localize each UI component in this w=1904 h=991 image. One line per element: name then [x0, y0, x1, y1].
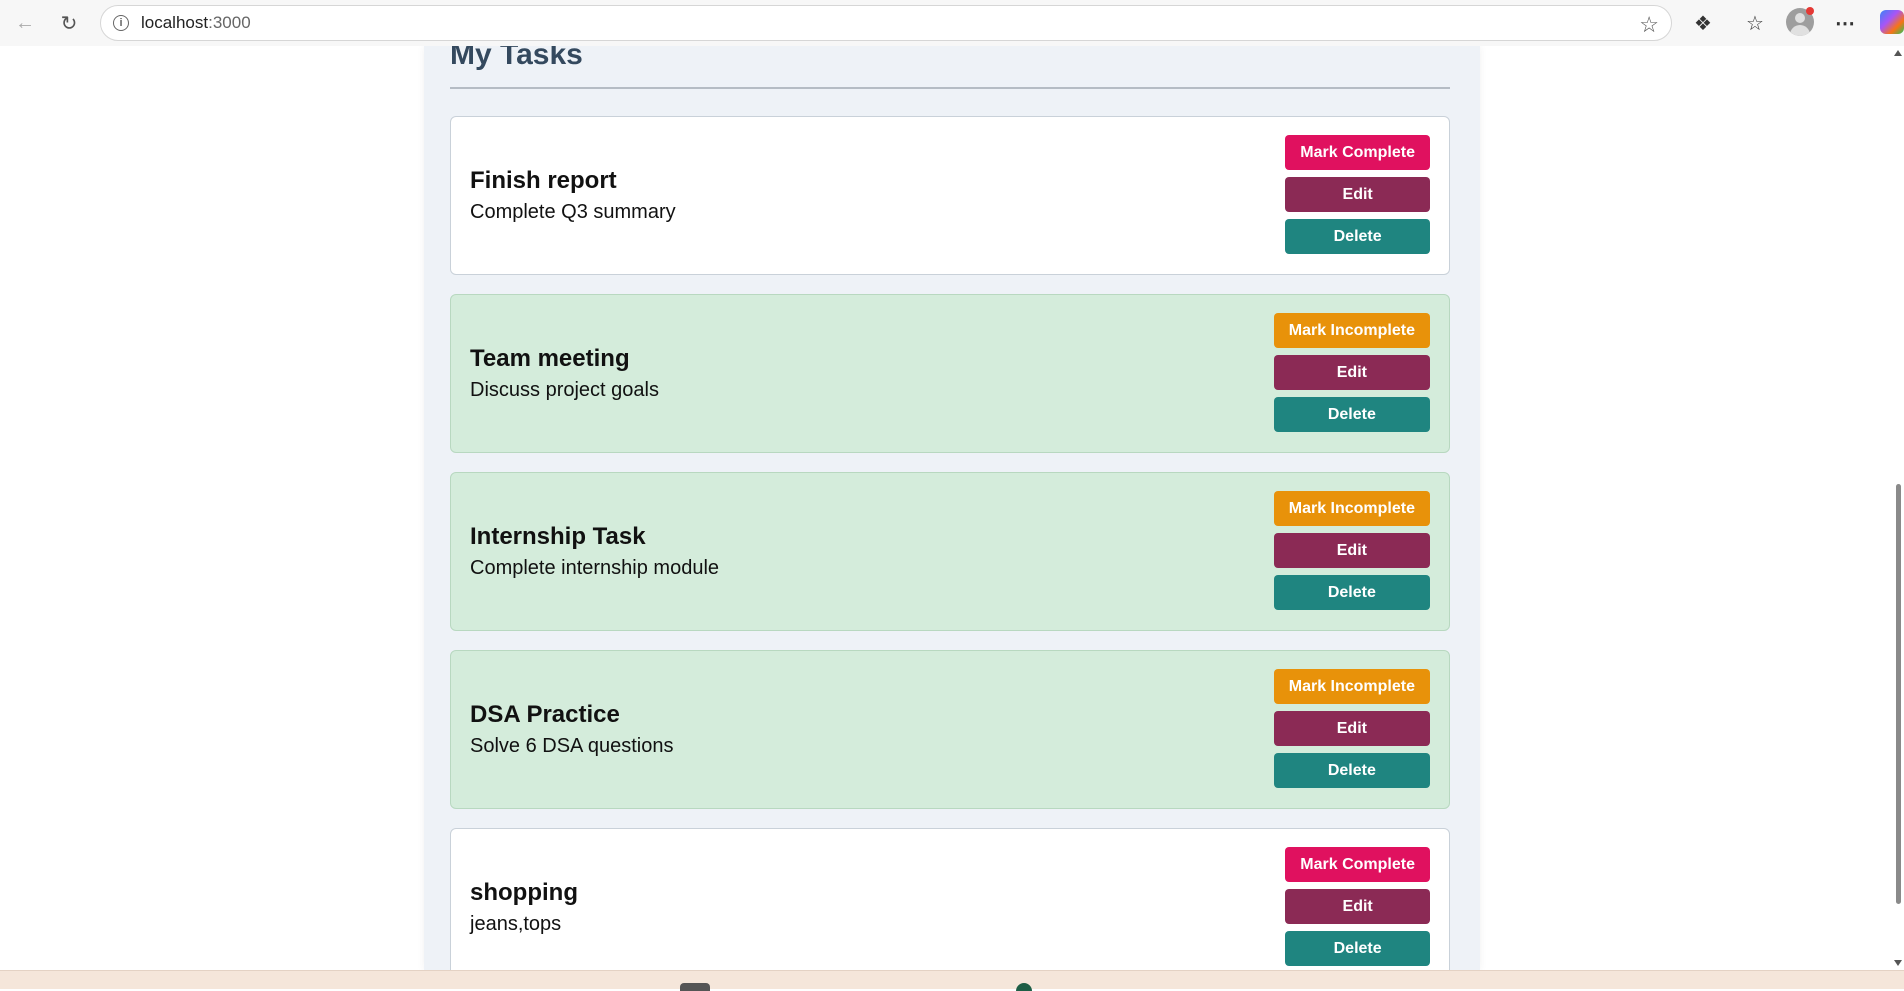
page-title: My Tasks [450, 46, 583, 71]
task-title: DSA Practice [470, 701, 620, 728]
tasks-container: My Tasks Finish report Complete Q3 summa… [424, 46, 1480, 970]
delete-button[interactable]: Delete [1285, 219, 1430, 254]
task-card: Finish report Complete Q3 summary Mark C… [450, 116, 1450, 275]
task-card: Internship Task Complete internship modu… [450, 472, 1450, 631]
edit-button[interactable]: Edit [1273, 355, 1430, 390]
reload-icon[interactable]: ↻ [54, 8, 84, 38]
task-title: Team meeting [470, 345, 630, 372]
task-actions: Mark Incomplete Edit Delete [1273, 491, 1430, 610]
taskbar-app-icon[interactable] [1016, 983, 1032, 991]
task-title: shopping [470, 879, 578, 906]
mark-complete-button[interactable]: Mark Complete [1285, 847, 1430, 882]
task-description: Discuss project goals [470, 379, 659, 401]
mark-complete-button[interactable]: Mark Complete [1285, 135, 1430, 170]
info-icon[interactable]: i [113, 15, 129, 31]
more-icon[interactable]: ⋯ [1830, 8, 1860, 38]
task-actions: Mark Incomplete Edit Delete [1273, 313, 1430, 432]
scroll-up-icon[interactable] [1894, 50, 1902, 56]
url-port: :3000 [208, 13, 251, 32]
task-title: Internship Task [470, 523, 646, 550]
mark-incomplete-button[interactable]: Mark Incomplete [1273, 669, 1430, 704]
task-actions: Mark Complete Edit Delete [1285, 135, 1430, 254]
taskbar-app-icon[interactable] [680, 983, 710, 991]
task-actions: Mark Incomplete Edit Delete [1273, 669, 1430, 788]
mark-incomplete-button[interactable]: Mark Incomplete [1273, 491, 1430, 526]
mark-incomplete-button[interactable]: Mark Incomplete [1273, 313, 1430, 348]
notification-dot-icon [1806, 7, 1814, 15]
copilot-icon[interactable] [1880, 10, 1904, 34]
task-title: Finish report [470, 167, 617, 194]
url-host: localhost [141, 13, 209, 32]
address-bar[interactable]: i localhost:3000 ☆ [100, 5, 1672, 41]
edit-button[interactable]: Edit [1273, 711, 1430, 746]
edit-button[interactable]: Edit [1285, 177, 1430, 212]
edit-button[interactable]: Edit [1285, 889, 1430, 924]
star-icon[interactable]: ☆ [1639, 12, 1659, 38]
edit-button[interactable]: Edit [1273, 533, 1430, 568]
task-card: shopping jeans,tops Mark Complete Edit D… [450, 828, 1450, 970]
delete-button[interactable]: Delete [1273, 397, 1430, 432]
page-viewport: My Tasks Finish report Complete Q3 summa… [0, 46, 1892, 970]
delete-button[interactable]: Delete [1273, 753, 1430, 788]
os-taskbar [0, 970, 1904, 991]
delete-button[interactable]: Delete [1285, 931, 1430, 966]
task-actions: Mark Complete Edit Delete [1285, 847, 1430, 966]
favorites-icon[interactable]: ☆ [1740, 8, 1770, 38]
scroll-down-icon[interactable] [1894, 960, 1902, 966]
url-text[interactable]: localhost:3000 [141, 13, 251, 33]
scrollbar-thumb[interactable] [1896, 484, 1901, 904]
title-divider [450, 87, 1450, 89]
puzzle-icon[interactable]: ❖ [1688, 8, 1718, 38]
task-card: Team meeting Discuss project goals Mark … [450, 294, 1450, 453]
vertical-scrollbar[interactable] [1892, 46, 1904, 970]
task-description: Solve 6 DSA questions [470, 735, 674, 757]
task-description: Complete internship module [470, 557, 720, 579]
task-description: jeans,tops [470, 913, 562, 935]
browser-toolbar: ← ↻ i localhost:3000 ☆ ❖ ☆ ⋯ [0, 0, 1904, 46]
task-description: Complete Q3 summary [470, 201, 676, 223]
task-card: DSA Practice Solve 6 DSA questions Mark … [450, 650, 1450, 809]
back-arrow-icon[interactable]: ← [10, 8, 40, 38]
delete-button[interactable]: Delete [1273, 575, 1430, 610]
